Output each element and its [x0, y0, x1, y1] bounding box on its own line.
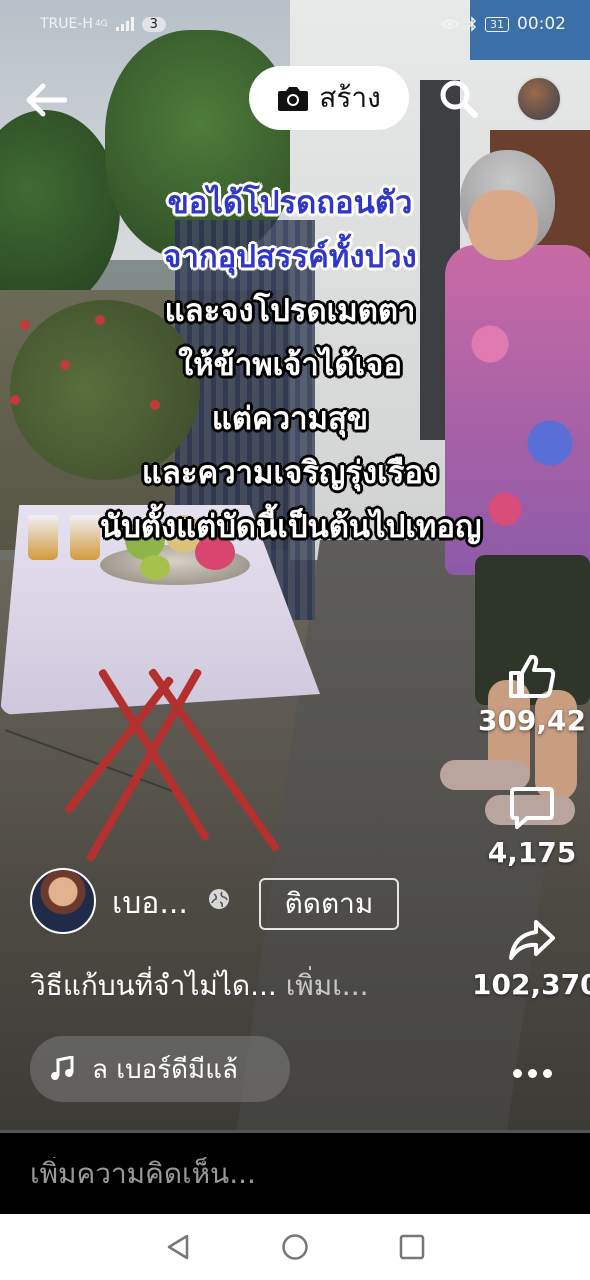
- caption-line: และจงโปรดเมตตา: [164, 293, 416, 329]
- carrier-label: TRUE-H: [40, 16, 93, 32]
- caption-line: นับตั้งแต่บัดนี้เป็นต้นไปเทอญ: [100, 509, 482, 545]
- square-recents-icon: [399, 1234, 424, 1260]
- circle-home-icon: [282, 1234, 308, 1260]
- author-name[interactable]: เบอ...: [112, 880, 188, 927]
- share-count: 102,370: [472, 968, 590, 1001]
- music-pill[interactable]: ล เบอร์ดีมีแล้: [30, 1036, 290, 1102]
- music-note-icon: [51, 1056, 74, 1080]
- video-scene-glass: [70, 515, 100, 560]
- arrow-left-icon: [26, 83, 67, 117]
- create-button-label: สร้าง: [319, 81, 381, 114]
- like-count: 309,42: [477, 704, 587, 737]
- caption-line: และความเจริญรุ่งเรือง: [141, 455, 439, 491]
- thumbs-up-icon: [509, 654, 556, 698]
- video-caption: ขอได้โปรดถอนตัว จากอุปสรรค์ทั้งปวง และจง…: [100, 176, 482, 554]
- share-icon-wrap: [472, 912, 590, 968]
- more-dot-icon: [542, 1068, 552, 1078]
- like-icon-wrap: [472, 648, 590, 704]
- comment-icon-wrap: [472, 780, 590, 836]
- search-button[interactable]: [432, 72, 486, 126]
- more-options-button[interactable]: [506, 1056, 558, 1090]
- video-scene-flower: [60, 360, 70, 370]
- signal-icon: [115, 17, 134, 31]
- share-button[interactable]: 102,370: [472, 912, 590, 1001]
- author-avatar[interactable]: [30, 868, 96, 934]
- status-left: TRUE-H 4G 3: [40, 16, 166, 32]
- comment-bubble-icon: [510, 787, 554, 829]
- like-button[interactable]: 309,42: [472, 648, 590, 737]
- follow-button[interactable]: ติดตาม: [259, 878, 399, 930]
- share-arrow-icon: [509, 920, 555, 960]
- caption-line: แต่ความสุข: [211, 401, 369, 437]
- follow-button-label: ติดตาม: [284, 887, 374, 920]
- caption-line: ขอได้โปรดถอนตัว: [167, 185, 413, 221]
- profile-avatar[interactable]: [516, 76, 562, 122]
- more-dot-icon: [512, 1068, 522, 1078]
- comment-bar: [0, 1130, 590, 1214]
- post-description[interactable]: วิธีแก้บนที่จำไม่ได... เพิ่มเ...: [30, 964, 369, 1008]
- description-text: วิธีแก้บนที่จำไม่ได...: [30, 969, 277, 1002]
- network-type: 4G: [94, 19, 108, 29]
- back-button[interactable]: [18, 72, 74, 128]
- bluetooth-icon: [467, 16, 477, 32]
- system-nav-bar: [0, 1214, 590, 1280]
- nav-recents-button[interactable]: [392, 1227, 432, 1267]
- nav-back-button[interactable]: [158, 1227, 198, 1267]
- video-scene-fruit: [140, 555, 170, 580]
- more-dot-icon: [527, 1068, 537, 1078]
- video-scene-flower: [20, 320, 30, 330]
- nav-home-button[interactable]: [275, 1227, 315, 1267]
- search-icon: [440, 80, 478, 118]
- notification-count-badge: 3: [141, 16, 166, 32]
- comment-count: 4,175: [487, 836, 577, 869]
- create-button[interactable]: สร้าง: [249, 66, 409, 130]
- status-bar: TRUE-H 4G 3 31 00:02: [0, 0, 590, 48]
- globe-icon: [209, 889, 229, 909]
- battery-level: 31: [485, 16, 509, 32]
- comment-button[interactable]: 4,175: [472, 780, 590, 869]
- video-scene-flower: [10, 395, 20, 405]
- music-title: ล เบอร์ดีมีแล้: [92, 1054, 238, 1085]
- camera-icon: [278, 87, 309, 111]
- comment-input[interactable]: [30, 1157, 550, 1190]
- caption-line: จากอุปสรรค์ทั้งปวง: [163, 239, 417, 275]
- caption-line: ให้ข้าพเจ้าได้เจอ: [178, 347, 402, 383]
- status-clock: 00:02: [517, 14, 566, 34]
- eye-icon: [441, 19, 459, 29]
- video-scene-glass: [28, 515, 58, 560]
- triangle-back-icon: [168, 1234, 189, 1260]
- see-more-link[interactable]: เพิ่มเ...: [286, 969, 369, 1002]
- status-right: 31 00:02: [441, 14, 566, 34]
